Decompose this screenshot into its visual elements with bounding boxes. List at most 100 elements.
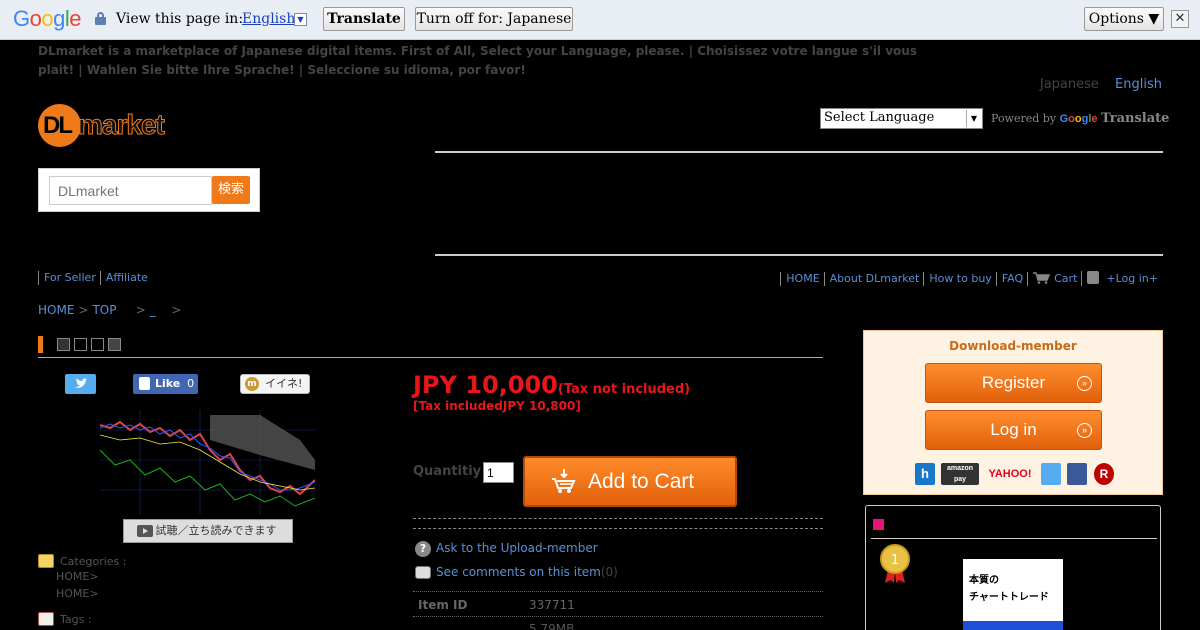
cart-icon: [1033, 272, 1051, 284]
ask-row: ? Ask to the Upload-member: [415, 541, 598, 557]
close-icon[interactable]: ✕: [1171, 10, 1189, 28]
breadcrumb-top[interactable]: TOP: [92, 303, 116, 317]
nav-faq[interactable]: FAQ: [995, 272, 1027, 286]
item-title-bar: [38, 336, 823, 358]
powered-by: Powered by Google Translate: [991, 111, 1169, 126]
twitter-login-icon[interactable]: twitter: [1041, 463, 1061, 485]
hatena-login-icon[interactable]: h: [915, 463, 935, 485]
item-size-value: 5.79MB: [529, 622, 575, 630]
see-comments-link[interactable]: See comments on this item: [436, 565, 601, 579]
facebook-like-label: Like: [155, 377, 181, 390]
categories-label: Categories :: [60, 555, 127, 568]
chevron-down-icon: ▼: [966, 110, 981, 127]
twitter-share-button[interactable]: [65, 374, 96, 394]
lock-icon: [95, 12, 106, 25]
medal-rank: 1: [891, 553, 899, 568]
google-wordmark: Google: [1059, 113, 1098, 125]
translate-button[interactable]: Translate: [323, 7, 405, 31]
facebook-like-button[interactable]: Like 0: [133, 374, 198, 394]
iine-label: イイネ!: [265, 377, 303, 390]
chevron-right-icon: »: [1077, 376, 1092, 391]
mixi-iine-button[interactable]: m イイネ!: [240, 374, 310, 394]
divider: [413, 528, 823, 529]
yahoo-login-icon[interactable]: YAHOO!: [985, 463, 1035, 485]
breadcrumb-sep: >: [171, 303, 182, 317]
book-title-line: 本質の: [969, 575, 999, 586]
options-button[interactable]: Options ▼: [1084, 7, 1164, 31]
view-page-text: View this page in:: [116, 11, 244, 27]
tag-icon: [38, 612, 54, 626]
item-id-label: Item ID: [418, 598, 468, 612]
nav-home[interactable]: HOME: [780, 272, 823, 286]
language-select-value: Select Language: [824, 110, 935, 125]
ranking-box: 1 本質の チャートトレード: [865, 505, 1161, 630]
comment-icon: [415, 566, 431, 579]
amazon-pay-icon[interactable]: amazon pay: [941, 463, 979, 485]
search-box: 検索: [38, 168, 260, 212]
nav-for-seller[interactable]: For Seller: [38, 271, 100, 285]
category-link[interactable]: HOME>: [56, 587, 99, 600]
divider: [871, 538, 1157, 539]
divider: [413, 591, 823, 592]
facebook-login-icon[interactable]: facebook: [1067, 463, 1087, 485]
logo-dl-text: DL: [43, 112, 73, 139]
title-glyph: [91, 338, 104, 351]
breadcrumb-sep: >: [78, 303, 89, 317]
login-label: Log in: [990, 420, 1037, 439]
nav-about[interactable]: About DLmarket: [823, 272, 924, 286]
language-links: Japanese English: [1040, 77, 1162, 92]
cart-icon: [552, 469, 576, 493]
nav-how-to-buy[interactable]: How to buy: [923, 272, 996, 286]
nav-affiliate[interactable]: Affiliate: [99, 271, 152, 285]
rakuten-login-icon[interactable]: R: [1094, 463, 1114, 485]
breadcrumb-home[interactable]: HOME: [38, 303, 74, 317]
title-accent: [38, 336, 43, 353]
language-select[interactable]: Select Language ▼: [820, 108, 983, 129]
japanese-link[interactable]: Japanese: [1040, 77, 1099, 92]
translate-bar: Google View this page in: English ▼ Tran…: [0, 0, 1200, 40]
price-main: JPY 10,000: [413, 371, 558, 399]
divider: [435, 151, 1163, 153]
breadcrumb-item[interactable]: _: [150, 303, 156, 317]
mixi-icon: m: [245, 377, 259, 391]
divider: [435, 254, 1163, 256]
turn-off-button[interactable]: Turn off for: Japanese: [415, 7, 573, 31]
comments-count: (0): [600, 565, 618, 579]
search-input[interactable]: [49, 176, 212, 205]
google-logo-letter: G: [13, 6, 30, 31]
price-tax-note: (Tax not included): [557, 382, 691, 397]
ranking-marker: [873, 519, 884, 530]
chevron-right-icon: »: [1077, 423, 1092, 438]
quantity-input[interactable]: [483, 462, 514, 483]
language-notice: DLmarket is a marketplace of Japanese di…: [38, 44, 917, 77]
google-logo-letter: e: [69, 6, 82, 31]
breadcrumb: HOME > TOP > _ >: [38, 303, 185, 317]
product-thumbnail[interactable]: [100, 410, 315, 515]
english-link[interactable]: English: [1115, 77, 1162, 92]
tags-label: Tags :: [60, 613, 92, 626]
preview-button[interactable]: 試聴／立ち読みできます: [123, 519, 293, 543]
search-button[interactable]: 検索: [212, 176, 250, 204]
divider: [413, 616, 823, 617]
login-button[interactable]: Log in »: [925, 410, 1102, 450]
ask-upload-member-link[interactable]: Ask to the Upload-member: [436, 541, 598, 555]
video-play-icon: [137, 525, 153, 537]
ranking-item-cover[interactable]: 本質の チャートトレード: [963, 559, 1063, 630]
item-id-value: 337711: [529, 598, 575, 612]
nav-cart[interactable]: Cart: [1027, 272, 1081, 286]
nav-login[interactable]: +Log in+: [1081, 271, 1162, 286]
translate-wordmark[interactable]: Translate: [1101, 111, 1169, 126]
register-button[interactable]: Register »: [925, 363, 1102, 403]
question-icon: ?: [415, 541, 431, 557]
google-logo: Google: [13, 6, 82, 32]
chevron-down-icon[interactable]: ▼: [294, 13, 307, 26]
powered-by-text: Powered by: [991, 112, 1057, 125]
category-link[interactable]: HOME>: [56, 570, 99, 583]
member-box-title: Download-member: [949, 339, 1077, 353]
language-select-link[interactable]: English: [242, 11, 295, 27]
add-to-cart-button[interactable]: Add to Cart: [523, 456, 737, 507]
divider: [413, 518, 823, 519]
google-logo-letter: o: [29, 6, 42, 31]
google-logo-letter: g: [53, 6, 65, 31]
price-tax-included: [Tax includedJPY 10,800]: [413, 399, 581, 413]
